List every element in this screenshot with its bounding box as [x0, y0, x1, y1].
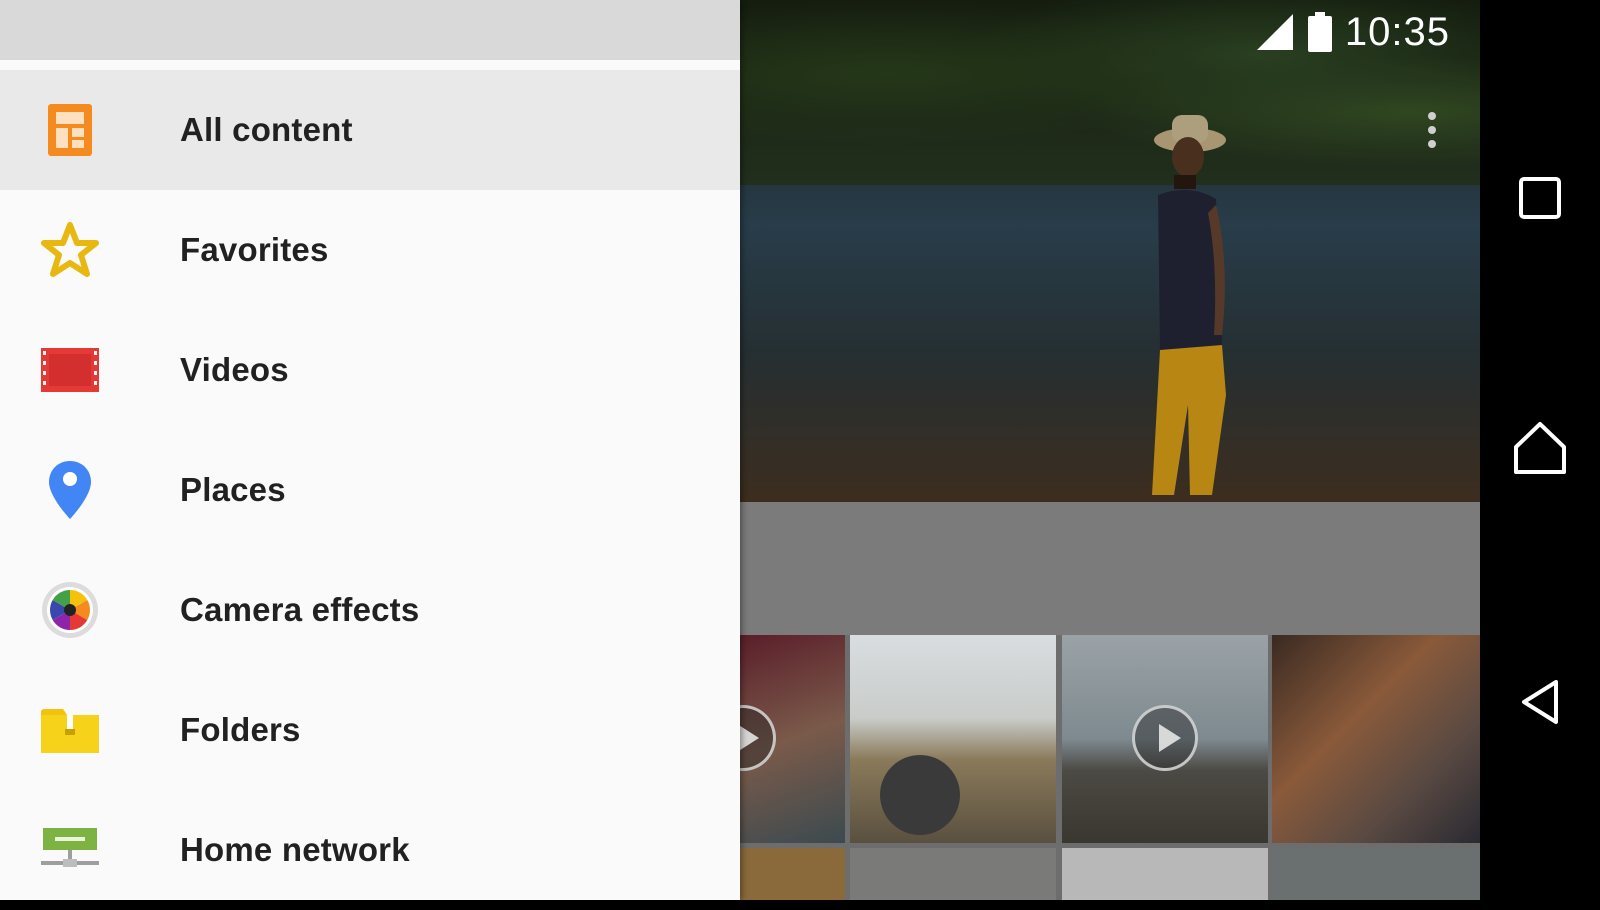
drawer-menu: All content Favorites Videos Places Came… [0, 70, 740, 910]
location-pin-icon [38, 461, 102, 519]
home-icon [1514, 422, 1566, 474]
camera-effects-icon [38, 582, 102, 638]
battery-icon [1307, 12, 1332, 52]
menu-item-all-content[interactable]: All content [0, 70, 740, 190]
menu-item-camera-effects[interactable]: Camera effects [0, 550, 740, 670]
menu-item-label: Places [180, 471, 286, 508]
folder-icon [38, 702, 102, 758]
navigation-drawer: All content Favorites Videos Places Came… [0, 0, 740, 900]
thumbnail[interactable] [740, 848, 845, 900]
menu-item-places[interactable]: Places [0, 430, 740, 550]
menu-item-videos[interactable]: Videos [0, 310, 740, 430]
thumbnail[interactable] [1062, 635, 1268, 843]
thumbnail[interactable] [1062, 848, 1268, 900]
menu-item-home-network[interactable]: Home network [0, 790, 740, 910]
thumbnail[interactable] [1272, 635, 1480, 843]
home-network-icon [38, 822, 102, 878]
gallery-spacer [740, 502, 1480, 635]
menu-item-folders[interactable]: Folders [0, 670, 740, 790]
all-content-icon [38, 102, 102, 158]
menu-item-label: Videos [180, 351, 289, 388]
drawer-header [0, 0, 740, 60]
menu-item-label: Favorites [180, 231, 329, 268]
signal-icon [1256, 14, 1293, 50]
thumbnail-grid [740, 635, 1480, 900]
play-icon [1132, 705, 1198, 771]
menu-item-label: All content [180, 111, 353, 148]
film-strip-icon [38, 342, 102, 398]
menu-item-label: Camera effects [180, 591, 420, 628]
star-icon [38, 222, 102, 278]
status-bar: 10:35 [1255, 8, 1450, 56]
thumbnail[interactable] [1272, 848, 1480, 900]
gallery-content [740, 0, 1480, 900]
thumbnail[interactable] [740, 635, 845, 843]
back-button[interactable] [1500, 662, 1580, 742]
hero-photo[interactable] [740, 0, 1480, 502]
menu-item-label: Folders [180, 711, 301, 748]
play-icon [740, 705, 776, 771]
clock: 10:35 [1344, 9, 1450, 54]
recents-icon [1519, 177, 1561, 219]
recents-button[interactable] [1500, 158, 1580, 238]
home-button[interactable] [1500, 408, 1580, 488]
menu-item-label: Home network [180, 831, 410, 868]
thumbnail[interactable] [850, 848, 1056, 900]
navigation-bar [1480, 0, 1600, 900]
back-icon [1522, 680, 1558, 724]
overflow-menu-icon[interactable] [1420, 108, 1444, 156]
thumbnail[interactable] [850, 635, 1056, 843]
menu-item-favorites[interactable]: Favorites [0, 190, 740, 310]
